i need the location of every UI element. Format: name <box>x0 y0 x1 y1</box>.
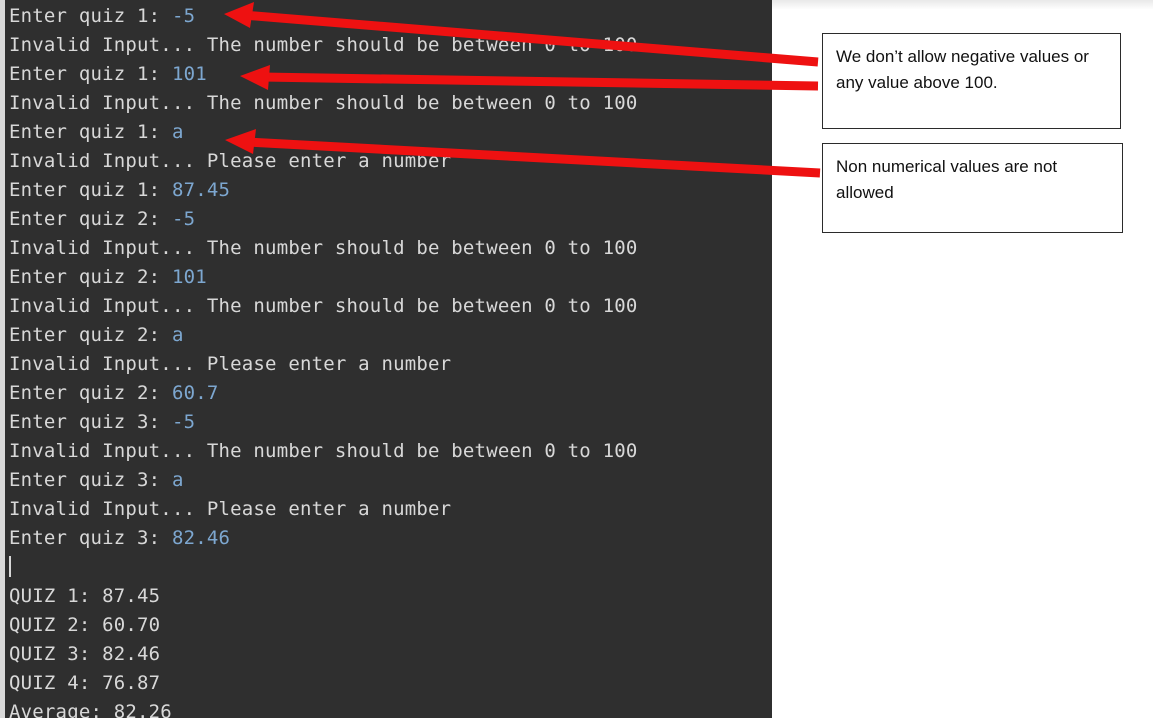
slide-canvas: Enter quiz 1: -5 Invalid Input... The num… <box>0 0 1153 718</box>
console-line: QUIZ 3: 82.46 <box>9 640 772 669</box>
console-line: Enter quiz 1: 87.45 <box>9 176 772 205</box>
console-line: Invalid Input... The number should be be… <box>9 89 772 118</box>
console-prompt-text: Enter quiz 2: <box>9 382 172 404</box>
console-user-input: 101 <box>171 63 207 85</box>
console-prompt-text: QUIZ 4: 76.87 <box>9 672 161 694</box>
console-line: Invalid Input... The number should be be… <box>9 437 772 466</box>
console-line: Enter quiz 3: -5 <box>9 408 772 437</box>
console-prompt-text: Enter quiz 3: <box>9 527 172 549</box>
console-user-input: a <box>171 121 184 143</box>
console-user-input: 82.46 <box>171 527 231 549</box>
console-prompt-text: Invalid Input... The number should be be… <box>9 237 638 259</box>
console-prompt-text: Enter quiz 3: <box>9 411 172 433</box>
console-prompt-text: Invalid Input... The number should be be… <box>9 295 638 317</box>
text-cursor <box>9 556 11 577</box>
console-line: Invalid Input... The number should be be… <box>9 31 772 60</box>
console-window[interactable]: Enter quiz 1: -5 Invalid Input... The num… <box>5 0 772 718</box>
console-user-input: 87.45 <box>171 179 231 201</box>
console-line: Average: 82.26 <box>9 698 772 718</box>
console-user-input: 101 <box>171 266 207 288</box>
console-line: Invalid Input... Please enter a number <box>9 495 772 524</box>
console-user-input: 60.7 <box>171 382 219 404</box>
console-line: Enter quiz 2: -5 <box>9 205 772 234</box>
console-prompt-text: Enter quiz 1: <box>9 5 172 27</box>
console-prompt-text: Enter quiz 2: <box>9 324 172 346</box>
console-user-input: -5 <box>171 411 196 433</box>
console-prompt-text: Enter quiz 1: <box>9 63 172 85</box>
console-line: Enter quiz 2: 101 <box>9 263 772 292</box>
console-prompt-text: Invalid Input... The number should be be… <box>9 34 638 56</box>
console-prompt-text: Enter quiz 2: <box>9 208 172 230</box>
console-line: Enter quiz 1: a <box>9 118 772 147</box>
console-prompt-text: Enter quiz 2: <box>9 266 172 288</box>
callout-non-numeric-rule: Non numerical values are not allowed <box>822 143 1123 233</box>
console-prompt-text: Invalid Input... Please enter a number <box>9 150 452 172</box>
callout-range-rule-text: We don’t allow negative values or any va… <box>836 47 1089 92</box>
console-line: Enter quiz 2: 60.7 <box>9 379 772 408</box>
console-line: Enter quiz 3: a <box>9 466 772 495</box>
callout-range-rule: We don’t allow negative values or any va… <box>822 33 1121 129</box>
console-prompt-text: Invalid Input... The number should be be… <box>9 92 638 114</box>
console-prompt-text: Invalid Input... Please enter a number <box>9 498 452 520</box>
console-user-input: a <box>171 324 184 346</box>
console-user-input: -5 <box>171 208 196 230</box>
top-gradient-strip <box>772 0 1153 9</box>
console-prompt-text: Average: 82.26 <box>9 701 172 718</box>
console-user-input: -5 <box>171 5 196 27</box>
console-prompt-text: Enter quiz 3: <box>9 469 172 491</box>
console-prompt-text: QUIZ 3: 82.46 <box>9 643 161 665</box>
console-prompt-text: Invalid Input... The number should be be… <box>9 440 638 462</box>
console-line: QUIZ 2: 60.70 <box>9 611 772 640</box>
console-output: Enter quiz 1: -5 Invalid Input... The num… <box>9 2 772 718</box>
console-line: Enter quiz 2: a <box>9 321 772 350</box>
console-prompt-text: Enter quiz 1: <box>9 121 172 143</box>
console-line: Enter quiz 1: -5 <box>9 2 772 31</box>
console-prompt-text: Enter quiz 1: <box>9 179 172 201</box>
console-line: Invalid Input... Please enter a number <box>9 147 772 176</box>
console-line: QUIZ 1: 87.45 <box>9 582 772 611</box>
console-line: Invalid Input... Please enter a number <box>9 350 772 379</box>
console-line: Invalid Input... The number should be be… <box>9 234 772 263</box>
console-line: Enter quiz 3: 82.46 <box>9 524 772 553</box>
console-prompt-text: QUIZ 1: 87.45 <box>9 585 161 607</box>
console-line <box>9 553 772 582</box>
console-line: Enter quiz 1: 101 <box>9 60 772 89</box>
console-line: Invalid Input... The number should be be… <box>9 292 772 321</box>
console-prompt-text: QUIZ 2: 60.70 <box>9 614 161 636</box>
console-line: QUIZ 4: 76.87 <box>9 669 772 698</box>
console-user-input: a <box>171 469 184 491</box>
console-prompt-text: Invalid Input... Please enter a number <box>9 353 452 375</box>
callout-non-numeric-rule-text: Non numerical values are not allowed <box>836 157 1058 202</box>
